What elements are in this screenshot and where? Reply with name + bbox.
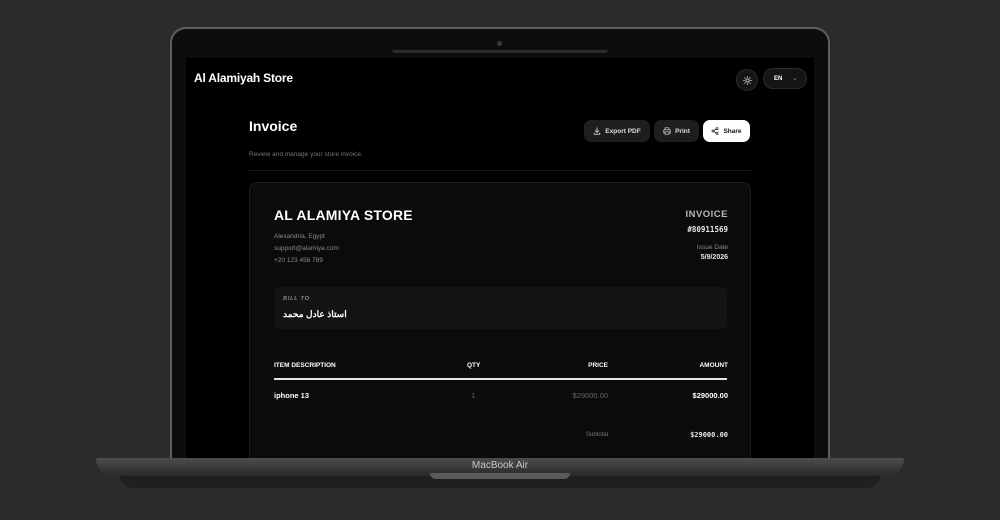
item-description: iphone 13 — [274, 391, 310, 400]
issue-date: 5/9/2026 — [700, 254, 728, 261]
bezel-line — [392, 50, 608, 53]
bill-to-label: BILL TO — [283, 296, 310, 302]
invoice-card: AL ALAMIYA STORE Alexandria, Egypt suppo… — [249, 182, 751, 458]
share-label: Share — [723, 127, 742, 135]
store-name: AL ALAMIYA STORE — [274, 207, 413, 223]
store-email: support@alamiya.com — [274, 245, 339, 252]
divider — [249, 170, 751, 171]
bill-to-name: استاذ عادل محمد — [283, 309, 347, 319]
language-select[interactable]: EN ⌄ — [763, 68, 807, 89]
invoice-number: #80911569 — [687, 225, 728, 234]
column-header-qty: QTY — [467, 362, 481, 369]
column-header-description: ITEM DESCRIPTION — [274, 362, 336, 369]
page-subtitle: Review and manage your store invoice. — [249, 151, 363, 158]
language-value: EN — [774, 75, 783, 82]
page-title: Invoice — [249, 118, 298, 134]
subtotal-value: $29000.00 — [690, 431, 728, 439]
item-amount: $29000.00 — [692, 391, 728, 400]
printer-icon — [663, 127, 671, 135]
column-header-amount: AMOUNT — [699, 362, 728, 369]
item-qty: 1 — [471, 391, 476, 400]
share-button[interactable]: Share — [703, 120, 750, 142]
export-pdf-label: Export PDF — [605, 127, 641, 135]
download-icon — [594, 127, 601, 135]
column-header-price: PRICE — [588, 362, 608, 369]
brand-title[interactable]: Al Alamiyah Store — [194, 71, 293, 85]
item-price: $29000.00 — [572, 391, 608, 400]
subtotal-label: Subtotal — [586, 432, 609, 438]
bill-to-box: BILL TO استاذ عادل محمد — [274, 287, 727, 329]
share-icon — [712, 127, 719, 135]
print-button[interactable]: Print — [654, 120, 699, 142]
export-pdf-button[interactable]: Export PDF — [584, 120, 650, 142]
device-label: MacBook Air — [471, 460, 529, 471]
store-phone: +20 123 456 789 — [274, 257, 323, 264]
issue-date-label: Issue Date — [696, 244, 728, 251]
print-label: Print — [675, 127, 690, 135]
top-bar: Al Alamiyah Store EN ⌄ — [186, 58, 814, 102]
sun-icon — [742, 75, 752, 85]
invoice-label: INVOICE — [685, 209, 728, 220]
theme-toggle-button[interactable] — [736, 69, 758, 91]
chevron-down-icon: ⌄ — [792, 76, 798, 82]
app-screen: Al Alamiyah Store EN ⌄ Invoice Review an… — [186, 58, 814, 458]
camera — [497, 41, 502, 46]
laptop-thumb-notch — [430, 473, 570, 479]
table-header-rule — [274, 378, 727, 380]
store-address: Alexandria, Egypt — [274, 233, 325, 240]
